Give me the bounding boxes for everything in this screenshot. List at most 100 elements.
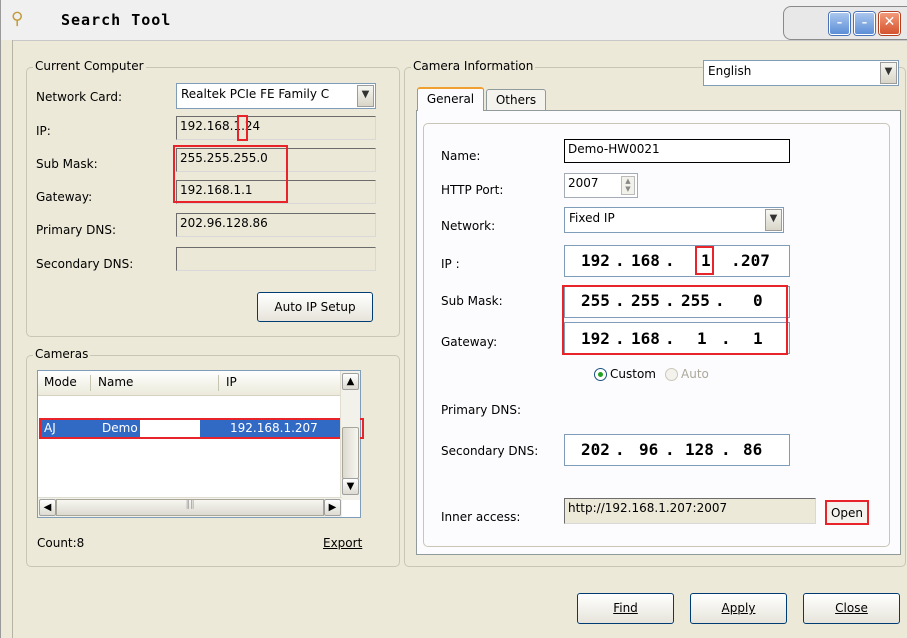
scroll-thumb[interactable]: [342, 427, 359, 479]
camera-submask-field[interactable]: 255 . 255 . 255 . 0: [564, 286, 790, 318]
scroll-up-icon[interactable]: ▲: [342, 373, 359, 390]
inner-access-label: Inner access:: [441, 510, 521, 524]
spinner-arrows-icon[interactable]: ▲ ▼: [621, 176, 635, 195]
network-card-value: Realtek PCIe FE Family C: [181, 87, 330, 101]
window-title: Search Tool: [61, 11, 172, 29]
ip-dot: .: [665, 329, 675, 348]
computer-ip-field[interactable]: 192.168.1.24: [176, 116, 376, 140]
ip-dot: .: [665, 440, 675, 459]
secondary-dns-label: Secondary DNS:: [441, 444, 539, 458]
camera-name-field[interactable]: Demo-HW0021: [564, 139, 790, 163]
ip-dot: .: [731, 251, 741, 270]
ip-octet: 207: [741, 251, 770, 270]
apply-button[interactable]: Apply: [690, 593, 787, 624]
ip-dot: .: [615, 329, 625, 348]
network-select[interactable]: Fixed IP ▼: [564, 207, 784, 233]
table-row[interactable]: AJ Demo 192.168.1.207: [40, 420, 340, 437]
chevron-down-icon[interactable]: ▼: [880, 62, 897, 84]
camera-list[interactable]: Mode Name IP AJ Demo 192.168.1.207 ▲ ▼ ◀…: [37, 370, 364, 518]
submask-octet: 255: [631, 291, 660, 310]
vertical-scrollbar[interactable]: ▲ ▼: [340, 371, 360, 500]
ip-dot: .: [715, 291, 725, 310]
camera-ip-label: IP :: [441, 257, 460, 271]
language-value: English: [708, 64, 752, 78]
ip-dot: .: [665, 251, 675, 270]
minimize-button[interactable]: –: [829, 12, 850, 35]
scroll-down-icon[interactable]: ▼: [342, 478, 359, 495]
tab-others[interactable]: Others: [486, 89, 546, 111]
auto-ip-setup-button[interactable]: Auto IP Setup: [257, 292, 373, 322]
ip-octet: 168: [631, 251, 660, 270]
title-bar: ⚲ Search Tool – – ✕: [1, 0, 907, 41]
computer-submask-label: Sub Mask:: [36, 157, 98, 171]
column-name[interactable]: Name: [98, 375, 133, 389]
cameras-legend: Cameras: [33, 347, 91, 361]
camera-gateway-field[interactable]: 192 . 168 . 1 . 1: [564, 322, 790, 354]
camera-information-legend: Camera Information: [411, 59, 536, 73]
dns-octet: 202: [581, 440, 610, 459]
column-divider[interactable]: [218, 375, 219, 391]
inner-access-field[interactable]: http://192.168.1.207:2007: [564, 498, 816, 524]
restore-button[interactable]: –: [854, 12, 875, 35]
window-left-border: [1, 40, 13, 638]
language-select[interactable]: English ▼: [703, 60, 899, 86]
http-port-spinner[interactable]: 2007 ▲ ▼: [564, 173, 638, 198]
tab-general[interactable]: General: [417, 87, 484, 111]
close-window-button[interactable]: ✕: [879, 12, 900, 35]
network-value: Fixed IP: [569, 211, 615, 225]
column-divider[interactable]: [90, 375, 91, 391]
scroll-left-icon[interactable]: ◀: [39, 499, 56, 516]
computer-ip-label: IP:: [36, 124, 51, 138]
computer-primary-dns-field[interactable]: 202.96.128.86: [176, 213, 376, 237]
row-ip: 192.168.1.207: [230, 421, 318, 435]
dns-octet: 128: [685, 440, 714, 459]
horizontal-scrollbar[interactable]: ◀ ∥∥ ▶: [38, 497, 342, 517]
open-button-label: Open: [830, 506, 864, 520]
network-card-select[interactable]: Realtek PCIe FE Family C ▼: [176, 83, 376, 109]
row-mode: AJ: [44, 421, 56, 435]
gateway-octet: 1: [753, 329, 763, 348]
find-button[interactable]: Find: [577, 593, 674, 624]
custom-radio-label: Custom: [610, 367, 656, 381]
camera-ip-field[interactable]: 192 . 168 . 1 . 207: [564, 245, 790, 277]
column-ip[interactable]: IP: [226, 375, 237, 389]
custom-radio[interactable]: [594, 368, 607, 381]
ip-dot: .: [721, 329, 731, 348]
export-button[interactable]: Export: [323, 536, 362, 550]
ip-dot: .: [615, 291, 625, 310]
open-button[interactable]: Open: [825, 500, 869, 525]
auto-radio-label: Auto: [681, 367, 709, 381]
gateway-octet: 192: [581, 329, 610, 348]
submask-octet: 255: [581, 291, 610, 310]
secondary-dns-field[interactable]: 202 . 96 . 128 . 86: [564, 434, 790, 466]
computer-submask-field[interactable]: 255.255.255.0: [176, 148, 376, 172]
dns-octet: 96: [639, 440, 659, 459]
close-button[interactable]: Close: [803, 593, 900, 624]
primary-dns-label: Primary DNS:: [441, 403, 522, 417]
network-label: Network:: [441, 219, 496, 233]
scroll-thumb[interactable]: ∥∥: [56, 499, 324, 516]
search-app-icon: ⚲: [11, 9, 24, 29]
dns-octet: 86: [743, 440, 763, 459]
http-port-label: HTTP Port:: [441, 183, 504, 197]
camera-count: Count:8: [37, 536, 85, 550]
gateway-octet: 1: [697, 329, 707, 348]
submask-octet: 0: [753, 291, 763, 310]
scroll-right-icon[interactable]: ▶: [324, 499, 341, 516]
gateway-octet: 168: [631, 329, 660, 348]
ip-dot: .: [615, 440, 625, 459]
computer-secondary-dns-field[interactable]: [176, 247, 376, 271]
camera-name-label: Name:: [441, 149, 481, 163]
computer-gateway-label: Gateway:: [36, 190, 93, 204]
chevron-down-icon[interactable]: ▼: [765, 209, 782, 231]
computer-gateway-field[interactable]: 192.168.1.1: [176, 180, 376, 204]
http-port-value: 2007: [568, 176, 599, 190]
chevron-down-icon[interactable]: ▼: [357, 85, 374, 107]
auto-ip-setup-label: Auto IP Setup: [274, 300, 356, 314]
row-name-edit: [140, 420, 200, 437]
auto-radio[interactable]: [665, 368, 678, 381]
ip-dot: .: [665, 291, 675, 310]
computer-primary-dns-label: Primary DNS:: [36, 223, 117, 237]
ip-octet: 192: [581, 251, 610, 270]
column-mode[interactable]: Mode: [44, 375, 77, 389]
